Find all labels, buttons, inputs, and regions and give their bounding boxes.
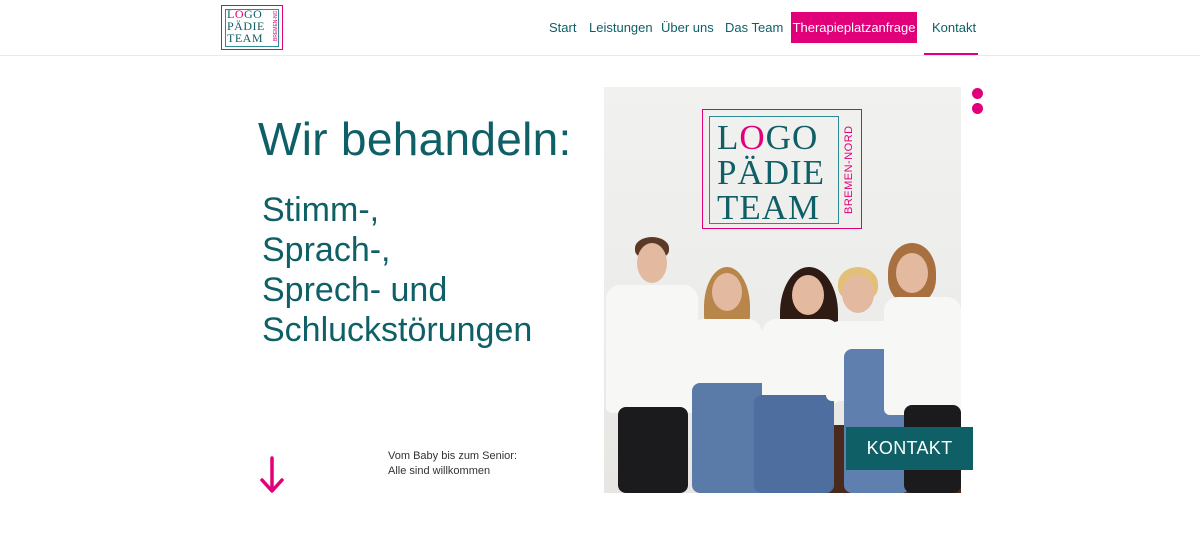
wall-logo-side-text: BREMEN-NORD	[843, 125, 855, 214]
nav-item-leistungen[interactable]: Leistungen	[589, 20, 653, 35]
condition-item: Schluckstörungen	[262, 311, 533, 349]
wall-logo-wordmark: LOGO PÄDIE TEAM	[717, 120, 825, 225]
wall-logo-line-1: LOGO	[717, 118, 819, 157]
hero-tagline: Vom Baby bis zum Senior: Alle sind willk…	[388, 449, 517, 479]
condition-item: Sprach-,	[262, 231, 391, 269]
condition-item: Stimm-,	[262, 191, 380, 229]
site-header: LOGO PÄDIE TEAM BREMEN-NORD Start Leistu…	[0, 0, 1200, 56]
logo-line-3: TEAM	[227, 31, 263, 45]
arrow-down-icon[interactable]	[259, 456, 285, 494]
therapieplatzanfrage-button[interactable]: Therapieplatzanfrage	[791, 12, 917, 43]
site-logo[interactable]: LOGO PÄDIE TEAM BREMEN-NORD	[221, 5, 283, 50]
nav-active-indicator	[924, 53, 978, 55]
condition-item: Sprech- und	[262, 271, 448, 309]
dots-icon[interactable]	[972, 103, 983, 114]
wall-logo: LOGO PÄDIE TEAM BREMEN-NORD	[702, 109, 862, 229]
wall-logo-line-2: PÄDIE	[717, 153, 826, 192]
nav-item-kontakt[interactable]: Kontakt	[932, 20, 976, 35]
conditions-list: Stimm-, Sprach-, Sprech- und Schluckstör…	[262, 190, 592, 350]
wall-logo-line-3: TEAM	[717, 188, 821, 227]
dots-icon[interactable]	[972, 88, 983, 99]
tagline-line-2: Alle sind willkommen	[388, 465, 491, 477]
logo-side-text: BREMEN-NORD	[273, 11, 279, 41]
nav-item-das-team[interactable]: Das Team	[725, 20, 783, 35]
hero-title: Wir behandeln:	[258, 113, 572, 165]
logo-wordmark: LOGO PÄDIE TEAM	[227, 8, 269, 44]
nav-item-ueber-uns[interactable]: Über uns	[661, 20, 714, 35]
nav-item-start[interactable]: Start	[549, 20, 576, 35]
tagline-line-1: Vom Baby bis zum Senior:	[388, 450, 518, 462]
kontakt-button[interactable]: KONTAKT	[846, 427, 973, 470]
